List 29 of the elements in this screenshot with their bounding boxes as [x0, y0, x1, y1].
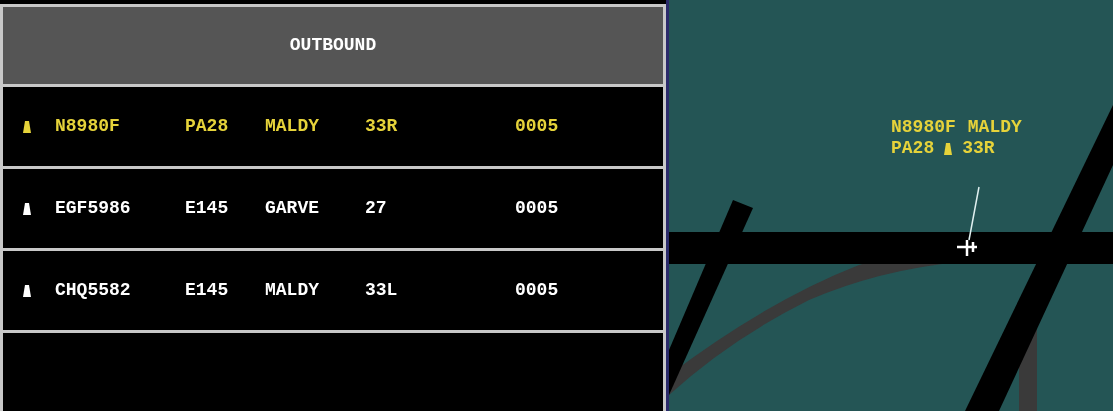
data-block-runway: 33R — [962, 138, 995, 159]
leader-line — [968, 186, 980, 241]
callsign-text: CHQ5582 — [55, 279, 132, 302]
airplane-icon — [955, 238, 979, 258]
data-block-callsign: N8980F — [891, 117, 956, 138]
aircraft-type-text: PA28 — [185, 115, 230, 138]
pawn-icon — [21, 118, 33, 135]
time-text: 0005 — [515, 197, 559, 220]
flight-row[interactable]: CHQ5582 E145 MALDY 33L 0005 — [3, 251, 663, 333]
pawn-icon — [942, 140, 955, 157]
runway-text: 33R — [365, 115, 399, 138]
fix-text: MALDY — [265, 115, 320, 138]
fix-text: GARVE — [265, 197, 320, 220]
flight-row[interactable]: EGF5986 E145 GARVE 27 0005 — [3, 169, 663, 251]
flight-row[interactable]: N8980F PA28 MALDY 33R 0005 — [3, 87, 663, 169]
fix-text: MALDY — [265, 279, 320, 302]
aircraft-type-text: E145 — [185, 197, 230, 220]
pawn-icon — [21, 282, 33, 299]
data-block-type: PA28 — [891, 138, 935, 159]
runway-text: 27 — [365, 197, 388, 220]
callsign-text: EGF5986 — [55, 197, 132, 220]
callsign-text: N8980F — [55, 115, 121, 138]
pawn-icon — [21, 200, 33, 217]
time-text: 0005 — [515, 279, 559, 302]
aircraft-type-text: E145 — [185, 279, 230, 302]
time-text: 0005 — [515, 115, 559, 138]
runway-text: 33L — [365, 279, 399, 302]
list-title: OUTBOUND — [289, 34, 377, 57]
data-block-fix: MALDY — [967, 117, 1022, 138]
